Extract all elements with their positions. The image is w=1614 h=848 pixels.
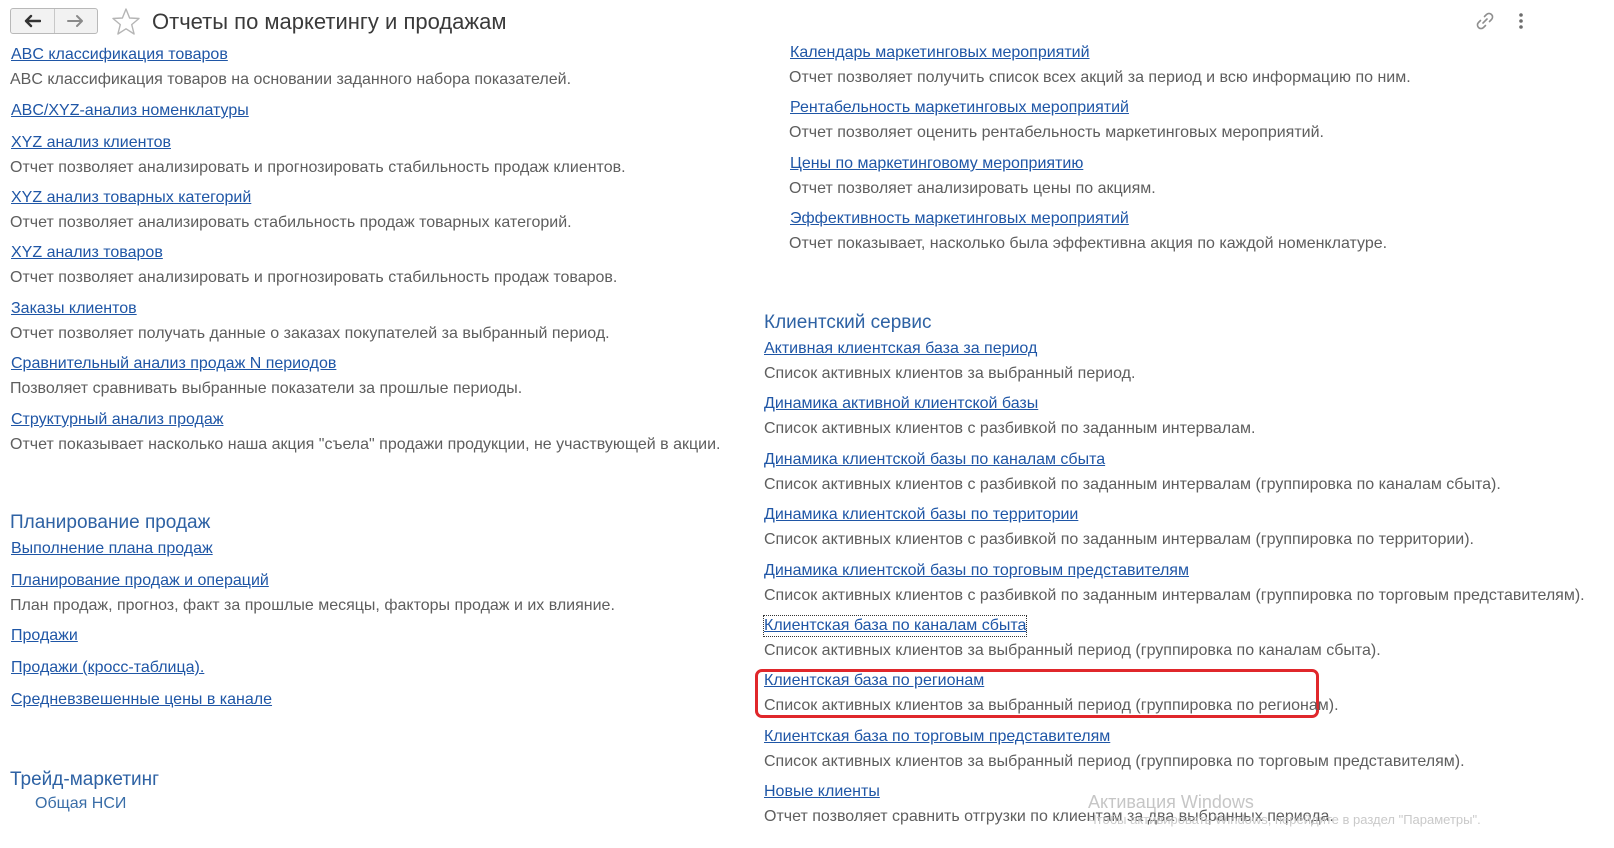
report-link-weighted-prices[interactable]: Средневзвешенные цены в канале <box>11 690 272 710</box>
report-link-sop-planning[interactable]: Планирование продаж и операций <box>11 571 269 591</box>
report-desc-marketing-prices: Отчет позволяет анализировать цены по ак… <box>789 180 1156 197</box>
report-link-marketing-calendar[interactable]: Календарь маркетинговых мероприятий <box>790 43 1090 63</box>
section-title-trade-marketing: Трейд-маркетинг <box>10 769 160 790</box>
report-link-abc-xyz[interactable]: ABC/XYZ-анализ номенклатуры <box>11 101 249 121</box>
navigation-buttons <box>10 8 98 34</box>
report-link-base-sales-reps[interactable]: Клиентская база по торговым представител… <box>764 727 1110 747</box>
report-link-dynamics-channels[interactable]: Динамика клиентской базы по каналам сбыт… <box>764 450 1105 470</box>
report-desc-marketing-calendar: Отчет позволяет получить список всех акц… <box>789 69 1411 86</box>
report-desc-xyz-goods: Отчет позволяет анализировать и прогнози… <box>10 269 618 286</box>
report-link-structural-analysis[interactable]: Структурный анализ продаж <box>11 410 223 430</box>
report-desc-xyz-categories: Отчет позволяет анализировать стабильнос… <box>10 214 572 231</box>
report-link-base-regions[interactable]: Клиентская база по регионам <box>764 671 984 691</box>
report-link-plan-execution[interactable]: Выполнение плана продаж <box>11 539 213 559</box>
report-link-marketing-prices[interactable]: Цены по маркетинговому мероприятию <box>790 154 1083 174</box>
report-link-xyz-clients[interactable]: XYZ анализ клиентов <box>11 133 171 153</box>
back-button[interactable] <box>11 9 54 33</box>
report-link-xyz-goods[interactable]: XYZ анализ товаров <box>11 243 163 263</box>
report-desc-active-base-dynamics: Список активных клиентов с разбивкой по … <box>764 420 1256 437</box>
report-link-marketing-profitability[interactable]: Рентабельность маркетинговых мероприятий <box>790 98 1129 118</box>
arrow-right-icon <box>66 15 83 27</box>
window-toolbar: Отчеты по маркетингу и продажам <box>0 0 1614 44</box>
report-link-sales[interactable]: Продажи <box>11 626 78 646</box>
report-link-sales-crosstab[interactable]: Продажи (кросс-таблица). <box>11 658 204 678</box>
section-title-planning: Планирование продаж <box>10 512 211 533</box>
page-title: Отчеты по маркетингу и продажам <box>152 9 507 34</box>
report-link-client-orders[interactable]: Заказы клиентов <box>11 299 137 319</box>
report-desc-active-client-base: Список активных клиентов за выбранный пе… <box>764 365 1136 382</box>
report-link-xyz-categories[interactable]: XYZ анализ товарных категорий <box>11 188 251 208</box>
report-link-marketing-efficiency[interactable]: Эффективность маркетинговых мероприятий <box>790 209 1129 229</box>
report-link-active-client-base[interactable]: Активная клиентская база за период <box>764 339 1037 359</box>
report-desc-marketing-profitability: Отчет позволяет оценить рентабельность м… <box>789 124 1324 141</box>
windows-activation-watermark: Активация Windows <box>1088 792 1254 812</box>
report-desc-marketing-efficiency: Отчет показывает, насколько была эффекти… <box>789 235 1388 252</box>
report-link-abc-goods[interactable]: ABC классификация товаров <box>11 45 228 65</box>
report-link-base-channels[interactable]: Клиентская база по каналам сбыта <box>762 615 1028 637</box>
report-desc-dynamics-territory: Список активных клиентов с разбивкой по … <box>764 531 1474 548</box>
more-vertical-icon[interactable] <box>1510 10 1532 32</box>
report-desc-xyz-clients: Отчет позволяет анализировать и прогнози… <box>10 159 626 176</box>
report-desc-base-sales-reps: Список активных клиентов за выбранный пе… <box>764 753 1465 770</box>
report-desc-base-regions: Список активных клиентов за выбранный пе… <box>764 697 1339 714</box>
section-title-client-service: Клиентский сервис <box>764 312 932 333</box>
report-desc-base-channels: Список активных клиентов за выбранный пе… <box>764 642 1381 659</box>
report-link-new-clients[interactable]: Новые клиенты <box>764 782 880 802</box>
report-link-dynamics-sales-reps[interactable]: Динамика клиентской базы по торговым пре… <box>764 561 1189 581</box>
report-desc-sop-planning: План продаж, прогноз, факт за прошлые ме… <box>10 597 615 614</box>
star-icon[interactable] <box>111 7 141 37</box>
report-desc-n-periods: Позволяет сравнивать выбранные показател… <box>10 380 523 397</box>
report-link-n-periods[interactable]: Сравнительный анализ продаж N периодов <box>11 354 336 374</box>
windows-activation-hint: Чтобы активировать Windows, перейдите в … <box>1088 812 1481 827</box>
link-icon[interactable] <box>1474 10 1496 32</box>
report-desc-dynamics-channels: Список активных клиентов с разбивкой по … <box>764 476 1501 493</box>
report-link-dynamics-territory[interactable]: Динамика клиентской базы по территории <box>764 505 1078 525</box>
forward-button[interactable] <box>53 9 98 33</box>
report-link-active-base-dynamics[interactable]: Динамика активной клиентской базы <box>764 394 1038 414</box>
trade-subsection-general-nsi[interactable]: Общая НСИ <box>35 794 126 814</box>
report-desc-structural-analysis: Отчет показывает насколько наша акция "с… <box>10 436 721 453</box>
arrow-left-icon <box>25 14 42 28</box>
report-desc-abc-goods: ABC классификация товаров на основании з… <box>10 71 572 88</box>
report-desc-dynamics-sales-reps: Список активных клиентов с разбивкой по … <box>764 587 1585 604</box>
report-desc-client-orders: Отчет позволяет получать данные о заказа… <box>10 325 610 342</box>
